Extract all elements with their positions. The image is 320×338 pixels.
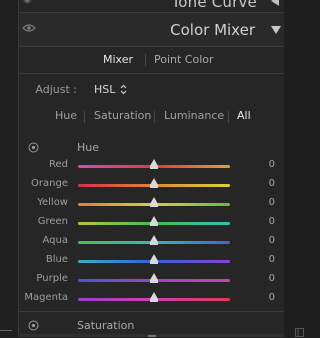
slider-thumb[interactable] (150, 159, 158, 169)
tab-divider (145, 54, 146, 66)
tone-curve-header[interactable]: ◉ Tone Curve (19, 0, 285, 13)
slider-thumb[interactable] (150, 273, 158, 283)
tone-curve-collapse-icon[interactable] (271, 0, 279, 6)
adjust-dropdown[interactable]: HSL (94, 83, 115, 96)
target-adjust-icon[interactable] (28, 320, 39, 331)
panel-title: Color Mixer (170, 21, 255, 39)
slider-label: Yellow (37, 197, 68, 208)
slider-label: Red (49, 159, 68, 170)
panel-header[interactable]: Color Mixer (19, 13, 285, 47)
color-mixer-panel: ◉ Tone Curve Color Mixer Mixer Point Col… (18, 0, 286, 337)
target-adjust-icon[interactable] (28, 142, 39, 153)
slider-row-yellow: Yellow 0 (19, 195, 285, 214)
hue-section-header: Hue (19, 140, 285, 156)
adjust-subtabs: Hue Saturation Luminance All (19, 106, 285, 126)
section-divider (19, 311, 285, 312)
tab-mixer[interactable]: Mixer (103, 53, 133, 66)
subtab-all[interactable]: All (237, 109, 251, 122)
slider-value[interactable]: 0 (257, 235, 275, 246)
slider-thumb[interactable] (150, 197, 158, 207)
adjust-label: Adjust : (35, 83, 77, 96)
slider-row-aqua: Aqua 0 (19, 233, 285, 252)
adjust-row: Adjust : HSL (19, 80, 285, 100)
slider-value[interactable]: 0 (257, 178, 275, 189)
tone-curve-title: Tone Curve (171, 0, 257, 11)
slider-label: Green (37, 216, 68, 227)
slider-thumb[interactable] (150, 235, 158, 245)
slider-value[interactable]: 0 (257, 292, 275, 303)
subtab-saturation[interactable]: Saturation (94, 109, 151, 122)
slider-label: Aqua (42, 235, 68, 246)
slider-label: Blue (45, 254, 68, 265)
slider-thumb[interactable] (150, 254, 158, 264)
subtab-divider (154, 111, 155, 123)
saturation-section-header: Saturation (19, 318, 285, 334)
slider-label: Purple (36, 273, 68, 284)
slider-label: Magenta (24, 292, 68, 303)
slider-row-red: Red 0 (19, 157, 285, 176)
slider-value[interactable]: 0 (257, 159, 275, 170)
saturation-section-title: Saturation (77, 319, 135, 332)
subtab-divider (228, 111, 229, 123)
slider-value[interactable]: 0 (257, 254, 275, 265)
hue-section-title: Hue (77, 141, 100, 154)
slider-thumb[interactable] (150, 178, 158, 188)
subtab-hue[interactable]: Hue (55, 109, 77, 122)
slider-thumb[interactable] (150, 216, 158, 226)
slider-row-purple: Purple 0 (19, 271, 285, 290)
slider-value[interactable]: 0 (257, 273, 275, 284)
mode-tabs: Mixer Point Color (19, 47, 285, 74)
slider-row-blue: Blue 0 (19, 252, 285, 271)
slider-label: Orange (31, 178, 68, 189)
tab-point-color[interactable]: Point Color (154, 53, 214, 66)
eye-icon[interactable] (22, 23, 36, 33)
slider-row-green: Green 0 (19, 214, 285, 233)
slider-value[interactable]: 0 (257, 197, 275, 208)
resize-grip-icon[interactable] (295, 328, 304, 337)
slider-row-magenta: Magenta 0 (19, 290, 285, 309)
slider-row-orange: Orange 0 (19, 176, 285, 195)
panel-gutter (284, 0, 319, 337)
subtab-divider (84, 111, 85, 123)
slider-thumb[interactable] (150, 292, 158, 302)
up-down-chevron-icon[interactable] (120, 84, 127, 95)
tone-curve-eye-icon[interactable]: ◉ (23, 0, 32, 5)
slider-value[interactable]: 0 (257, 216, 275, 227)
subtab-luminance[interactable]: Luminance (164, 109, 224, 122)
collapse-triangle-icon[interactable] (271, 26, 281, 34)
